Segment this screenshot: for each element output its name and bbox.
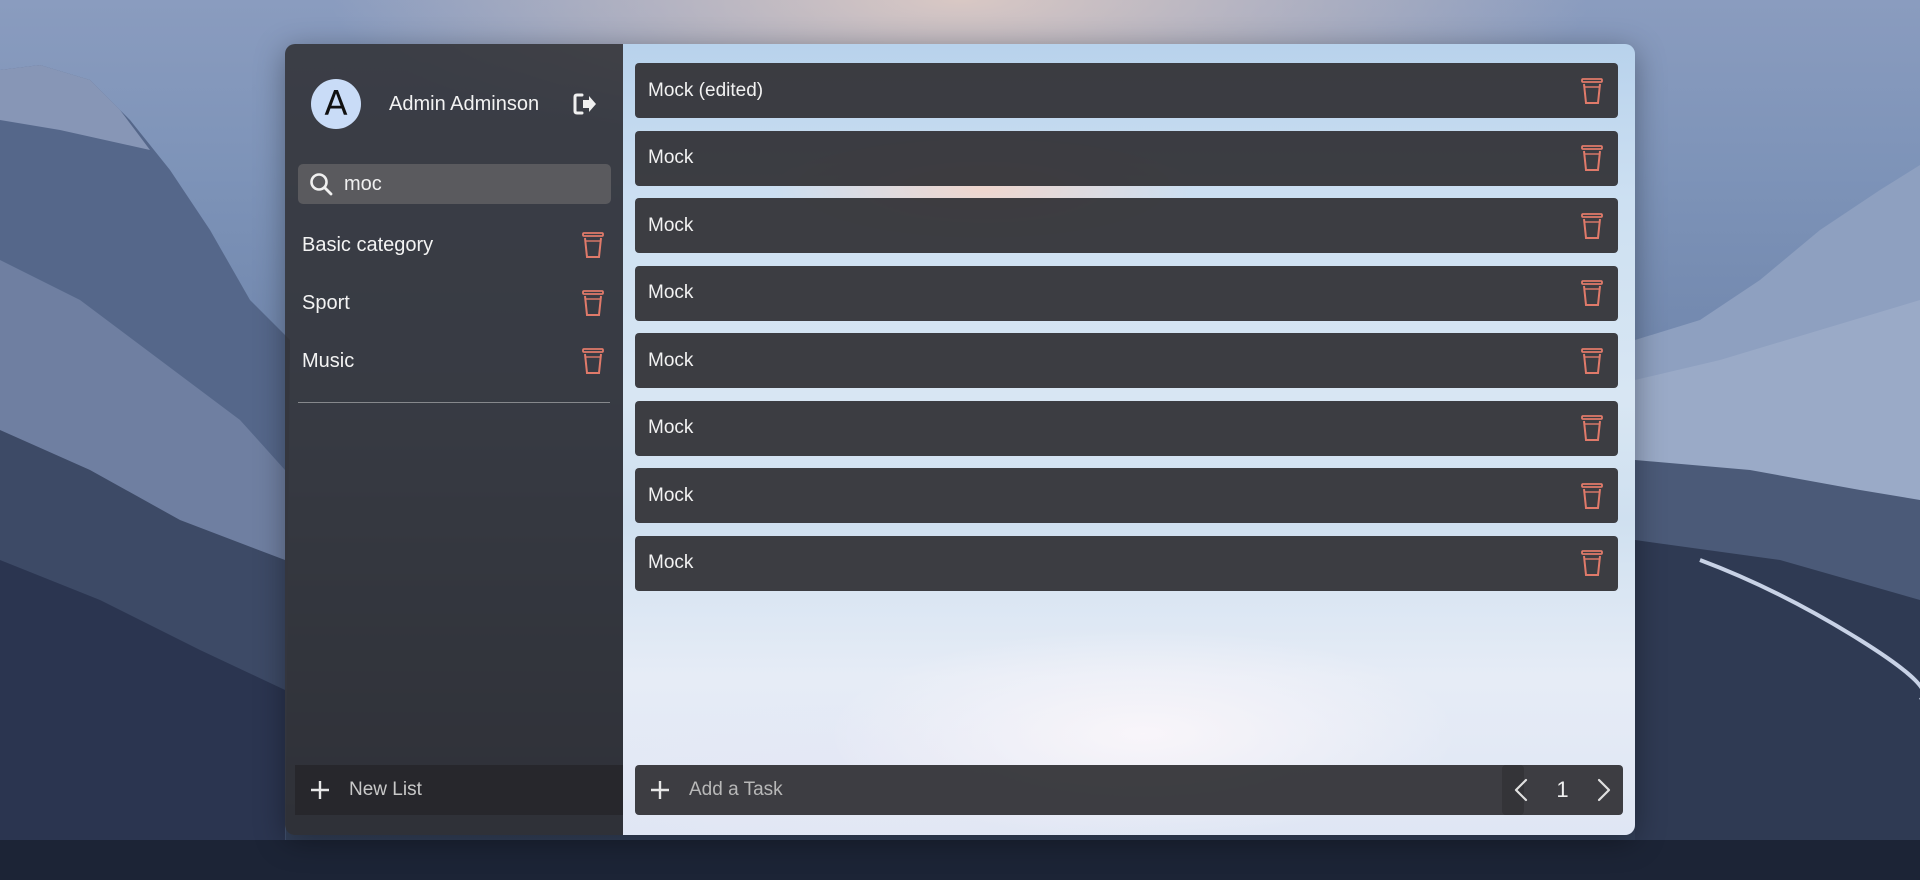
- add-task-bar: [635, 765, 1524, 815]
- category-label: Music: [302, 349, 355, 372]
- trash-icon[interactable]: [1580, 347, 1604, 375]
- task-item[interactable]: Mock: [635, 468, 1618, 523]
- task-label: Mock: [648, 147, 694, 168]
- profile-header: A Admin Adminson: [285, 44, 623, 164]
- pagination: 1: [1502, 765, 1623, 815]
- trash-icon[interactable]: [581, 347, 605, 375]
- plus-icon[interactable]: [649, 779, 671, 801]
- avatar[interactable]: A: [311, 79, 361, 129]
- task-item[interactable]: Mock: [635, 265, 1618, 321]
- divider: [298, 402, 610, 403]
- sidebar-item-sport[interactable]: Sport: [285, 274, 623, 332]
- plus-icon: [311, 781, 329, 799]
- trash-icon[interactable]: [1580, 279, 1604, 307]
- chevron-left-icon[interactable]: [1512, 777, 1530, 803]
- category-label: Basic category: [302, 233, 434, 256]
- task-panel: Mock (edited) Mock Mock Mock Mock Mock M…: [623, 44, 1635, 835]
- task-item[interactable]: Mock (edited): [635, 63, 1618, 118]
- page-number: 1: [1556, 777, 1569, 802]
- new-list-label: New List: [349, 779, 422, 800]
- task-label: Mock: [648, 214, 694, 236]
- trash-icon[interactable]: [1580, 77, 1604, 105]
- trash-icon[interactable]: [1580, 482, 1604, 510]
- search-input[interactable]: [344, 172, 584, 196]
- sidebar-item-basic-category[interactable]: Basic category: [285, 216, 623, 274]
- profile-name: Admin Adminson: [389, 92, 540, 115]
- trash-icon[interactable]: [1580, 414, 1604, 442]
- trash-icon[interactable]: [1580, 144, 1604, 172]
- category-list: Basic category Sport Music: [285, 216, 623, 390]
- task-item[interactable]: Mock: [635, 130, 1618, 186]
- task-item[interactable]: Mock: [635, 333, 1618, 388]
- sidebar: A Admin Adminson Basic category: [285, 44, 623, 835]
- search-icon: [310, 173, 333, 196]
- task-label: Mock: [648, 484, 694, 506]
- app-window: A Admin Adminson Basic category: [285, 44, 1635, 835]
- task-item[interactable]: Mock: [635, 535, 1618, 591]
- trash-icon[interactable]: [1580, 212, 1604, 240]
- task-label: Mock: [648, 552, 694, 573]
- search-box: [298, 164, 611, 204]
- chevron-right-icon[interactable]: [1595, 777, 1613, 803]
- category-label: Sport: [302, 291, 350, 314]
- trash-icon[interactable]: [581, 231, 605, 259]
- trash-icon[interactable]: [1580, 549, 1604, 577]
- trash-icon[interactable]: [581, 289, 605, 317]
- new-list-button[interactable]: New List: [295, 765, 623, 815]
- add-task-input[interactable]: [689, 779, 1489, 801]
- task-label: Mock: [648, 282, 694, 303]
- sidebar-item-music[interactable]: Music: [285, 332, 623, 390]
- task-item[interactable]: Mock: [635, 400, 1618, 456]
- task-label: Mock: [648, 349, 694, 371]
- task-list: Mock (edited) Mock Mock Mock Mock Mock M…: [635, 63, 1618, 603]
- logout-icon[interactable]: [571, 90, 599, 118]
- task-label: Mock (edited): [648, 79, 764, 101]
- task-item[interactable]: Mock: [635, 198, 1618, 253]
- task-label: Mock: [648, 417, 694, 438]
